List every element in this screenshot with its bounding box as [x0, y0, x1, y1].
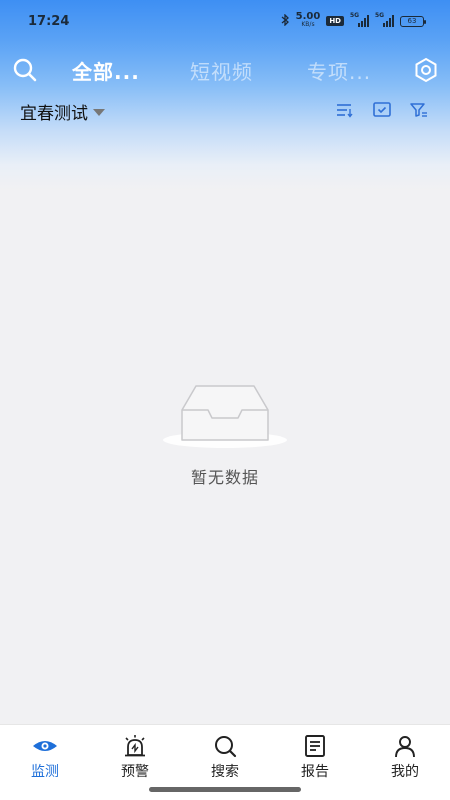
monitor-icon	[32, 733, 58, 759]
tab-all[interactable]: 全部...	[72, 56, 140, 85]
empty-text: 暂无数据	[190, 468, 259, 487]
search-icon[interactable]	[11, 56, 39, 84]
nav-item-report[interactable]: 报告	[270, 733, 360, 781]
nav-label-report: 报告	[301, 764, 329, 780]
nav-item-alert[interactable]: 预警	[90, 733, 180, 781]
search-icon	[212, 733, 238, 759]
caret-down-icon	[93, 109, 105, 116]
filter-bar: 宜春测试	[0, 95, 450, 125]
check-square-icon[interactable]	[371, 99, 393, 121]
tab-special[interactable]: 专项...	[307, 56, 371, 85]
nav-item-monitor[interactable]: 监测	[0, 733, 90, 781]
signal-icon: 5G	[350, 12, 369, 27]
hd-badge: HD	[326, 16, 344, 26]
alarm-icon	[122, 733, 148, 759]
nav-label-search: 搜索	[211, 764, 239, 780]
settings-icon[interactable]	[411, 55, 441, 85]
region-label: 宜春测试	[20, 104, 88, 124]
bluetooth-icon	[281, 12, 290, 29]
status-indicators: 5.00 KB/s HD 5G 5G 63	[281, 11, 426, 29]
region-dropdown[interactable]: 宜春测试	[20, 99, 105, 124]
battery-icon: 63	[400, 15, 426, 27]
status-bar: 17:24 5.00 KB/s HD 5G 5G 63	[0, 0, 450, 42]
nav-label-profile: 我的	[391, 764, 419, 780]
filter-icon[interactable]	[408, 99, 430, 121]
nav-item-profile[interactable]: 我的	[360, 733, 450, 781]
nav-label-monitor: 监测	[31, 764, 59, 780]
empty-inbox-icon	[160, 380, 290, 456]
top-nav: 全部... 短视频 专项...	[0, 50, 450, 90]
net-speed: 5.00 KB/s	[295, 11, 321, 29]
empty-state: 暂无数据	[0, 380, 450, 488]
nav-item-search[interactable]: 搜索	[180, 733, 270, 781]
nav-label-alert: 预警	[121, 764, 149, 780]
tab-short-video[interactable]: 短视频	[190, 56, 253, 85]
user-icon	[392, 733, 418, 759]
home-indicator[interactable]	[149, 787, 301, 792]
sort-icon[interactable]	[334, 99, 356, 121]
report-icon	[302, 733, 328, 759]
signal-icon-2: 5G	[375, 12, 394, 27]
status-time: 17:24	[28, 13, 70, 29]
